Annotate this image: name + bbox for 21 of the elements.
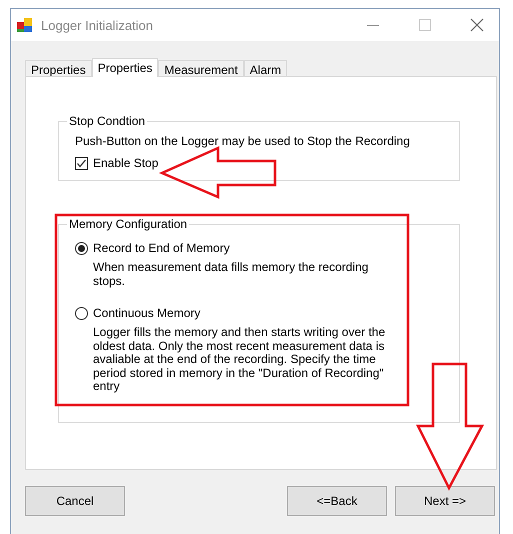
dialog-button[interactable]: <=Back <box>287 486 387 516</box>
window-title: Logger Initialization <box>41 18 154 32</box>
option-description: Logger fills the memory and then starts writing over the oldest data. Only the most recent measurement data is avaliable at the end of the recording. Specify the time period stored in memory in the "Duration of Recording" entry <box>93 326 386 394</box>
dialog-button[interactable]: Next => <box>395 486 495 516</box>
tab[interactable]: Alarm <box>244 60 288 76</box>
group-title: Stop Condtion <box>68 114 146 128</box>
close-icon[interactable] <box>469 17 485 33</box>
description-text: Push-Button on the Logger may be used to Stop the Recording <box>75 134 411 148</box>
radio-button[interactable] <box>75 242 88 254</box>
group-title: Memory Configuration <box>68 217 188 231</box>
checkbox-label[interactable]: Enable Stop <box>93 156 158 170</box>
radio-label[interactable]: Record to End of Memory <box>93 241 230 255</box>
option-description: When measurement data fills memory the recording stops. <box>93 261 370 288</box>
tab[interactable]: Properties <box>25 60 92 76</box>
dialog-button[interactable]: Cancel <box>25 486 125 516</box>
app-icon <box>17 17 33 33</box>
radio-label[interactable]: Continuous Memory <box>93 306 200 320</box>
checkbox[interactable] <box>75 156 88 170</box>
tab[interactable]: Measurement <box>158 60 244 76</box>
tab[interactable]: Properties <box>92 58 158 77</box>
radio-button[interactable] <box>75 306 88 320</box>
